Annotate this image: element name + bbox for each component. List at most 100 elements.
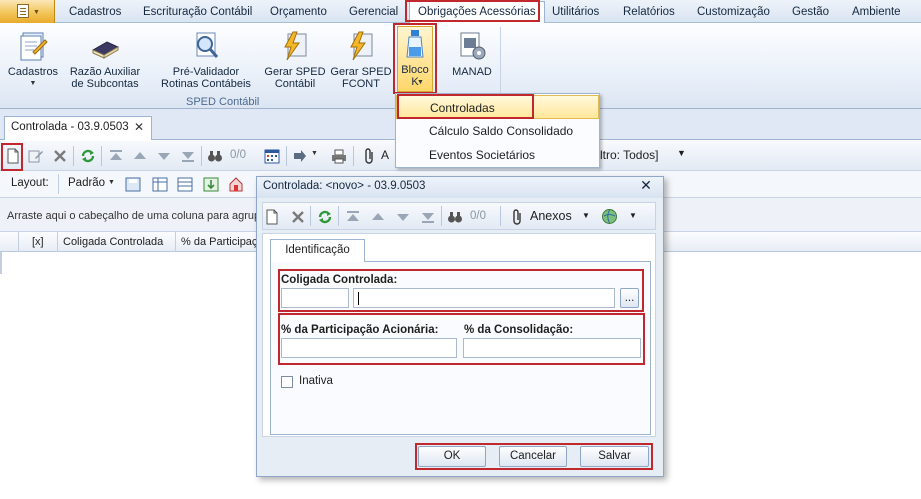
gerar-sped-contabil-label-1: Gerar SPED — [264, 66, 326, 78]
grid-icon[interactable] — [177, 177, 193, 192]
participacao-field[interactable] — [281, 338, 457, 358]
tab-identificacao[interactable]: Identificação — [270, 239, 365, 262]
menu-item-eventos-societarios[interactable]: Eventos Societários — [396, 143, 599, 167]
save-button[interactable]: Salvar — [580, 446, 649, 467]
document-tab[interactable]: Controlada - 03.9.0503 ✕ — [4, 116, 152, 140]
binoculars-icon[interactable] — [207, 148, 223, 164]
tab-obrigacoes-acessorias[interactable]: Obrigações Acessórias — [409, 1, 545, 23]
toolbar-separator — [353, 146, 354, 166]
ok-button[interactable]: OK — [418, 446, 486, 467]
gerar-sped-fcont-button[interactable]: Gerar SPED FCONT — [330, 30, 392, 90]
document-tab-label: Controlada - 03.9.0503 — [11, 121, 129, 133]
tab-cadastros[interactable]: Cadastros — [69, 4, 121, 21]
column-header-participacao[interactable]: % da Participaçã — [181, 236, 264, 248]
toolbar-separator — [441, 206, 442, 226]
last-record-icon[interactable] — [420, 209, 436, 225]
close-icon[interactable]: ✕ — [134, 120, 144, 134]
refresh-icon[interactable] — [317, 209, 333, 225]
cancel-button[interactable]: Cancelar — [499, 446, 567, 467]
new-record-icon[interactable] — [264, 209, 280, 225]
save-layout-icon[interactable] — [125, 177, 141, 192]
gerar-sped-contabil-button[interactable]: Gerar SPED Contábil — [264, 30, 326, 90]
print-icon[interactable] — [331, 148, 347, 164]
coligada-name-field[interactable] — [353, 288, 615, 308]
delete-icon[interactable] — [52, 148, 68, 164]
chevron-down-icon[interactable]: ▼ — [582, 211, 590, 220]
tab-relatorios[interactable]: Relatórios — [623, 4, 675, 21]
chevron-down-icon: ▼ — [417, 79, 424, 86]
cadastros-button[interactable]: Cadastros ▼ — [5, 30, 61, 90]
edit-icon[interactable] — [28, 148, 44, 164]
next-record-icon[interactable] — [395, 209, 411, 225]
lookup-button[interactable]: ... — [620, 288, 639, 308]
record-counter: 0/0 — [230, 149, 246, 161]
process-gear-icon[interactable] — [292, 148, 308, 164]
menu-item-calculo-saldo-consolidado[interactable]: Cálculo Saldo Consolidado — [396, 119, 599, 143]
bloco-k-button[interactable]: Bloco K — [397, 26, 433, 92]
coligada-label: Coligada Controlada: — [281, 274, 398, 286]
pre-validador-button[interactable]: Pré-Validador Rotinas Contábeis — [152, 30, 260, 90]
razao-auxiliar-label-2: de Subcontas — [71, 78, 139, 90]
column-header-coligada[interactable]: Coligada Controlada — [63, 236, 163, 248]
layout-label: Layout: — [11, 177, 49, 189]
menu-item-controladas[interactable]: Controladas — [396, 95, 599, 119]
remove-layout-icon[interactable] — [228, 177, 244, 192]
toolbar-separator — [286, 146, 287, 166]
chevron-down-icon[interactable]: ▼ — [108, 179, 115, 186]
inativa-checkbox[interactable] — [281, 376, 293, 388]
first-record-icon[interactable] — [108, 148, 124, 164]
chevron-down-icon[interactable]: ▼ — [629, 211, 637, 220]
cadastros-label: Cadastros — [7, 66, 59, 78]
bloco-k-menu: Controladas Cálculo Saldo Consolidado Ev… — [395, 93, 600, 168]
tab-customizacao[interactable]: Customização — [697, 4, 770, 21]
layout-select[interactable]: Padrão — [68, 177, 105, 189]
previous-record-icon[interactable] — [132, 148, 148, 164]
calendar-grid-icon[interactable] — [264, 148, 280, 164]
razao-auxiliar-button[interactable]: Razão Auxiliar de Subcontas — [66, 30, 144, 90]
anexos-menu-label[interactable]: A — [381, 148, 389, 162]
text-cursor — [358, 292, 359, 305]
lightning-document-icon — [345, 30, 377, 62]
delete-icon[interactable] — [290, 209, 306, 225]
application-menu-button[interactable]: ▼ — [0, 0, 55, 23]
export-icon[interactable] — [203, 177, 219, 192]
tab-ambiente[interactable]: Ambiente — [852, 4, 901, 21]
first-record-icon[interactable] — [345, 209, 361, 225]
consolidacao-field[interactable] — [463, 338, 641, 358]
new-record-icon[interactable] — [5, 148, 21, 164]
column-header-select[interactable]: [x] — [32, 236, 44, 248]
grid-column-divider — [175, 232, 176, 252]
columns-icon[interactable] — [152, 177, 168, 192]
tab-orcamento[interactable]: Orçamento — [270, 4, 327, 21]
paperclip-icon[interactable] — [362, 148, 378, 164]
chevron-down-icon: ▼ — [33, 9, 40, 16]
lightning-document-icon — [279, 30, 311, 62]
participacao-label: % da Participação Acionária: — [281, 324, 439, 336]
tab-utilitarios[interactable]: Utilitários — [552, 4, 599, 21]
chevron-down-icon[interactable]: ▼ — [677, 148, 686, 158]
coligada-code-field[interactable] — [281, 288, 349, 308]
next-record-icon[interactable] — [156, 148, 172, 164]
anexos-menu[interactable]: Anexos — [530, 209, 572, 223]
tab-gestao[interactable]: Gestão — [792, 4, 829, 21]
globe-icon[interactable] — [601, 208, 618, 225]
refresh-icon[interactable] — [80, 148, 96, 164]
binoculars-icon[interactable] — [447, 209, 463, 225]
dialog-title: Controlada: <novo> - 03.9.0503 — [257, 177, 663, 198]
close-icon[interactable]: ✕ — [636, 177, 656, 195]
last-record-icon[interactable] — [180, 148, 196, 164]
gerar-sped-fcont-label-2: FCONT — [342, 78, 380, 90]
toolbar-separator — [338, 206, 339, 226]
previous-record-icon[interactable] — [370, 209, 386, 225]
manad-button[interactable]: MANAD — [449, 30, 495, 78]
book-icon — [89, 30, 121, 62]
gerar-sped-contabil-label-2: Contábil — [274, 78, 316, 90]
tab-gerencial[interactable]: Gerencial — [349, 4, 398, 21]
tab-escrituracao-contabil[interactable]: Escrituração Contábil — [143, 4, 252, 21]
chevron-down-icon[interactable]: ▼ — [311, 150, 318, 157]
bottle-icon — [403, 29, 427, 59]
filter-label[interactable]: ltro: Todos] — [600, 148, 658, 162]
cadastros-icon — [17, 30, 49, 62]
paperclip-icon — [510, 209, 526, 225]
toolbar-separator — [73, 146, 74, 166]
